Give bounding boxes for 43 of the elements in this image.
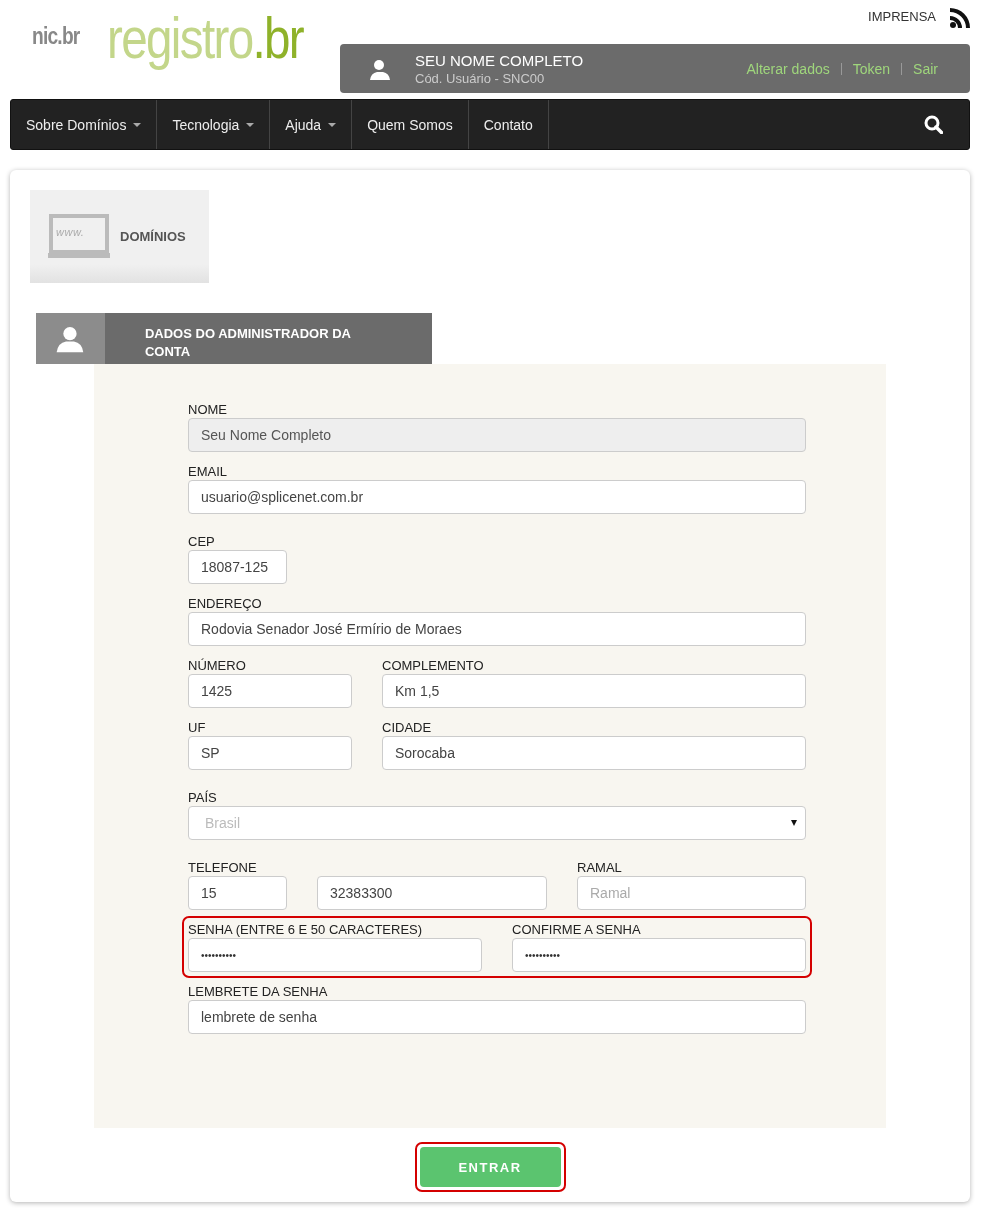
rss-icon[interactable] — [950, 8, 970, 28]
field-label: ENDEREÇO — [188, 596, 263, 612]
caret-icon — [791, 820, 797, 826]
user-code: Cód. Usuário - SNC00 — [415, 70, 546, 86]
field-label: NOME — [188, 402, 228, 418]
nav-item[interactable]: Contato — [468, 100, 549, 149]
nav-item[interactable]: Quem Somos — [352, 100, 469, 149]
text-field[interactable]: lembrete de senha — [188, 1000, 806, 1034]
field-label: RAMAL — [577, 860, 623, 876]
field-label: NÚMERO — [188, 658, 247, 674]
www-label: www. — [56, 225, 85, 238]
search-icon[interactable] — [924, 115, 943, 134]
text-field[interactable]: 32383300 — [317, 876, 547, 910]
text-field[interactable]: Rodovia Senador José Ermírio de Moraes — [188, 612, 806, 646]
field-label: COMPLEMENTO — [382, 658, 485, 674]
field-label: UF — [188, 720, 207, 736]
field-label: PAÍS — [188, 790, 218, 806]
password-field[interactable]: •••••••••• — [188, 938, 482, 972]
domains-tile[interactable]: www. DOMÍNIOS — [30, 190, 209, 283]
text-field[interactable]: 1425 — [188, 674, 352, 708]
text-field[interactable]: SP — [188, 736, 352, 770]
field-label: EMAIL — [188, 464, 228, 480]
text-field[interactable]: Km 1,5 — [382, 674, 806, 708]
user-name: SEU NOME COMPLETO — [415, 51, 585, 69]
field-label: LEMBRETE DA SENHA — [188, 984, 329, 1000]
text-field[interactable]: Sorocaba — [382, 736, 806, 770]
nic-logo[interactable]: nic.br — [32, 22, 80, 50]
field-label: CIDADE — [382, 720, 433, 736]
text-field[interactable]: Ramal — [577, 876, 806, 910]
user-icon — [368, 57, 390, 80]
field-label: TELEFONE — [188, 860, 258, 876]
text-field[interactable]: 18087-125 — [188, 550, 287, 584]
nav-item[interactable]: Ajuda — [270, 100, 353, 149]
nav-item[interactable]: Sobre Domínios — [11, 100, 158, 149]
field-label: CEP — [188, 534, 216, 550]
text-field[interactable]: 15 — [188, 876, 287, 910]
press-link[interactable]: IMPRENSA — [868, 8, 936, 24]
password-field[interactable]: •••••••••• — [512, 938, 806, 972]
nav-item[interactable]: Tecnologia — [157, 100, 271, 149]
field-label: SENHA (ENTRE 6 E 50 CARACTERES) — [188, 922, 424, 938]
text-field[interactable]: usuario@splicenet.com.br — [188, 480, 806, 514]
field-label: CONFIRME A SENHA — [512, 922, 642, 938]
section-title: DADOS DO ADMINISTRADOR DA CONTA — [143, 325, 352, 361]
